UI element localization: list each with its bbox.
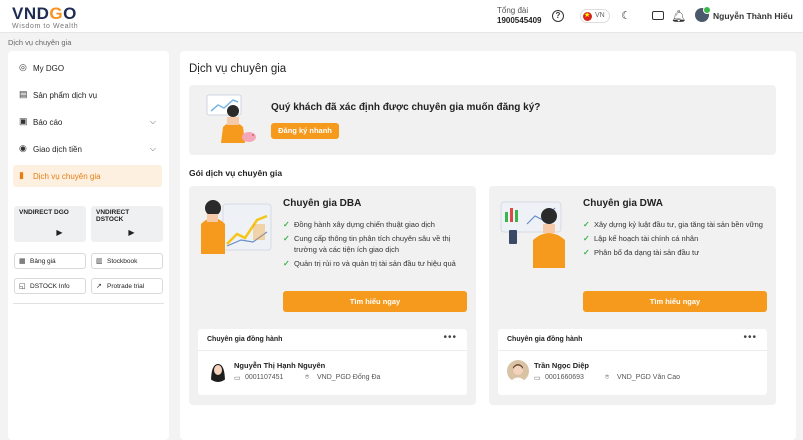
chevron-down-icon: ⌵ — [149, 117, 156, 126]
woman-with-piggy-bank-illustration — [206, 94, 256, 143]
chart-icon: ◱ — [19, 283, 26, 290]
main-panel: Dịch vụ chuyên gia Quý khách đã xác định… — [180, 51, 796, 440]
tool-stockbook[interactable]: ▥ Stockbook — [91, 253, 163, 269]
service-card-dwa: Chuyên gia DWA Xây dựng kỷ luật đầu tư, … — [489, 186, 776, 405]
sidebar: ◎ My DGO ▤ Sản phẩm dịch vụ ▣ Báo cáo ⌵ … — [8, 51, 169, 440]
feature-item: Cung cấp thông tin phân tích chuyên sâu … — [283, 233, 469, 255]
quick-register-button[interactable]: Đăng ký nhanh — [271, 123, 339, 139]
sidebar-item-label: My DGO — [33, 64, 65, 73]
id-card-icon: ▭ — [234, 375, 241, 382]
user-avatar[interactable] — [695, 6, 711, 22]
mail-icon[interactable] — [652, 11, 664, 20]
service-card-dba: Chuyên gia DBA Đồng hành xây dựng chiến … — [189, 186, 476, 405]
breadcrumb: Dịch vụ chuyên gia — [8, 38, 72, 47]
expert-id: 0001660693 — [545, 374, 584, 381]
learn-more-button[interactable]: Tìm hiểu ngay — [583, 291, 767, 312]
location-pin-icon: ⌾ — [305, 374, 310, 381]
google-play-icon[interactable]: ▶ — [125, 227, 138, 238]
apple-store-icon[interactable] — [108, 227, 121, 238]
expert-avatar[interactable] — [507, 360, 529, 382]
expert-icon: ▮ — [19, 170, 24, 180]
top-bar: VNDGO Wisdom to Wealth Tổng đài 19005454… — [0, 0, 803, 33]
sidebar-item-expert-service[interactable]: ▮ Dịch vụ chuyên gia — [13, 165, 162, 187]
sidebar-item-label: Báo cáo — [33, 118, 63, 127]
language-toggle[interactable]: VN — [580, 9, 610, 23]
dba-illustration — [201, 200, 272, 254]
app-title: VNDIRECT DGO — [19, 209, 69, 216]
dwa-illustration — [500, 201, 565, 268]
tool-price-board[interactable]: ▦ Bảng giá — [14, 253, 86, 269]
feature-item: Quản trị rủi ro và quản trị tài sản đầu … — [283, 258, 469, 269]
document-icon: ▤ — [19, 89, 28, 99]
sidebar-item-reports[interactable]: ▣ Báo cáo ⌵ — [13, 111, 162, 133]
expert-name: Nguyễn Thị Hạnh Nguyên — [234, 361, 326, 370]
feature-list: Xây dựng kỷ luật đầu tư, gia tăng tài sả… — [583, 219, 769, 261]
feature-item: Phân bổ đa dạng tài sản đầu tư — [583, 247, 769, 258]
hotline-label: Tổng đài — [497, 6, 529, 15]
more-options-icon[interactable]: ••• — [743, 332, 757, 343]
tool-label: Protrade trial — [107, 283, 145, 290]
trend-icon: ↗ — [96, 283, 102, 290]
feature-item: Lập kế hoạch tài chính cá nhân — [583, 233, 769, 244]
divider — [13, 303, 164, 304]
app-card-dgo: VNDIRECT DGO ▶ — [14, 206, 86, 242]
id-card-icon: ▭ — [534, 375, 541, 382]
report-icon: ▣ — [19, 116, 28, 126]
vietnam-flag-icon — [583, 11, 592, 21]
expert-location: VND_PGD Đống Đa — [317, 374, 381, 381]
partner-heading: Chuyên gia đồng hành — [507, 336, 583, 343]
more-options-icon[interactable]: ••• — [443, 332, 457, 343]
tool-label: Stockbook — [107, 258, 138, 265]
expert-avatar[interactable] — [207, 360, 229, 382]
location-pin-icon: ⌾ — [605, 374, 610, 381]
price-board-icon: ▦ — [19, 258, 26, 265]
divider — [198, 350, 467, 351]
partner-expert-box: Chuyên gia đồng hành ••• Nguyễn Thị Hạnh… — [198, 329, 467, 395]
language-code: VN — [595, 12, 605, 19]
quick-register-banner: Quý khách đã xác định được chuyên gia mu… — [189, 85, 776, 155]
feature-list: Đồng hành xây dựng chiến thuật giao dịch… — [283, 219, 469, 272]
dark-mode-icon[interactable]: ☾ — [620, 10, 632, 22]
app-title: VNDIRECT DSTOCK — [96, 209, 130, 223]
expert-name: Trần Ngọc Diệp — [534, 361, 590, 370]
money-icon: ◉ — [19, 143, 27, 153]
card-title: Chuyên gia DWA — [583, 198, 664, 209]
sidebar-item-my-dgo[interactable]: ◎ My DGO — [13, 57, 162, 79]
logo-tagline: Wisdom to Wealth — [12, 23, 79, 30]
user-name[interactable]: Nguyễn Thành Hiếu — [713, 11, 793, 21]
notification-bell-icon[interactable]: 🔔︎ — [671, 10, 686, 22]
hotline-number[interactable]: 1900545409 — [497, 16, 542, 26]
divider — [498, 350, 767, 351]
tool-label: Bảng giá — [30, 258, 56, 265]
sidebar-item-products[interactable]: ▤ Sản phẩm dịch vụ — [13, 84, 162, 106]
sidebar-item-label: Dịch vụ chuyên gia — [33, 172, 101, 181]
learn-more-button[interactable]: Tìm hiểu ngay — [283, 291, 467, 312]
sidebar-item-label: Sản phẩm dịch vụ — [33, 91, 98, 100]
expert-location: VND_PGD Văn Cao — [617, 374, 681, 381]
sidebar-item-money-transactions[interactable]: ◉ Giao dịch tiền ⌵ — [13, 138, 162, 160]
app-card-dstock: VNDIRECT DSTOCK ▶ — [91, 206, 163, 242]
dgo-icon: ◎ — [19, 62, 27, 72]
google-play-icon[interactable]: ▶ — [53, 227, 66, 238]
help-icon[interactable]: ? — [552, 10, 564, 22]
book-icon: ▥ — [96, 258, 103, 265]
feature-item: Đồng hành xây dựng chiến thuật giao dịch — [283, 219, 469, 230]
tool-dstock-info[interactable]: ◱ DSTOCK Info — [14, 278, 86, 294]
tool-protrade-trial[interactable]: ↗ Protrade trial — [91, 278, 163, 294]
hotline: Tổng đài 1900545409 — [497, 6, 542, 26]
page-title: Dịch vụ chuyên gia — [189, 63, 287, 75]
apple-store-icon[interactable] — [36, 227, 49, 238]
card-title: Chuyên gia DBA — [283, 198, 362, 209]
vndgo-logo[interactable]: VNDGO Wisdom to Wealth — [12, 5, 79, 30]
partner-heading: Chuyên gia đồng hành — [207, 336, 283, 343]
banner-question: Quý khách đã xác định được chuyên gia mu… — [271, 102, 541, 113]
partner-expert-box: Chuyên gia đồng hành ••• Trần Ngọc Diệp … — [498, 329, 767, 395]
expert-id: 0001107451 — [245, 374, 284, 381]
chevron-down-icon: ⌵ — [149, 144, 156, 153]
feature-item: Xây dựng kỷ luật đầu tư, gia tăng tài sả… — [583, 219, 769, 230]
section-title: Gói dịch vụ chuyên gia — [189, 168, 283, 178]
sidebar-item-label: Giao dịch tiền — [33, 145, 82, 154]
tool-label: DSTOCK Info — [30, 283, 70, 290]
